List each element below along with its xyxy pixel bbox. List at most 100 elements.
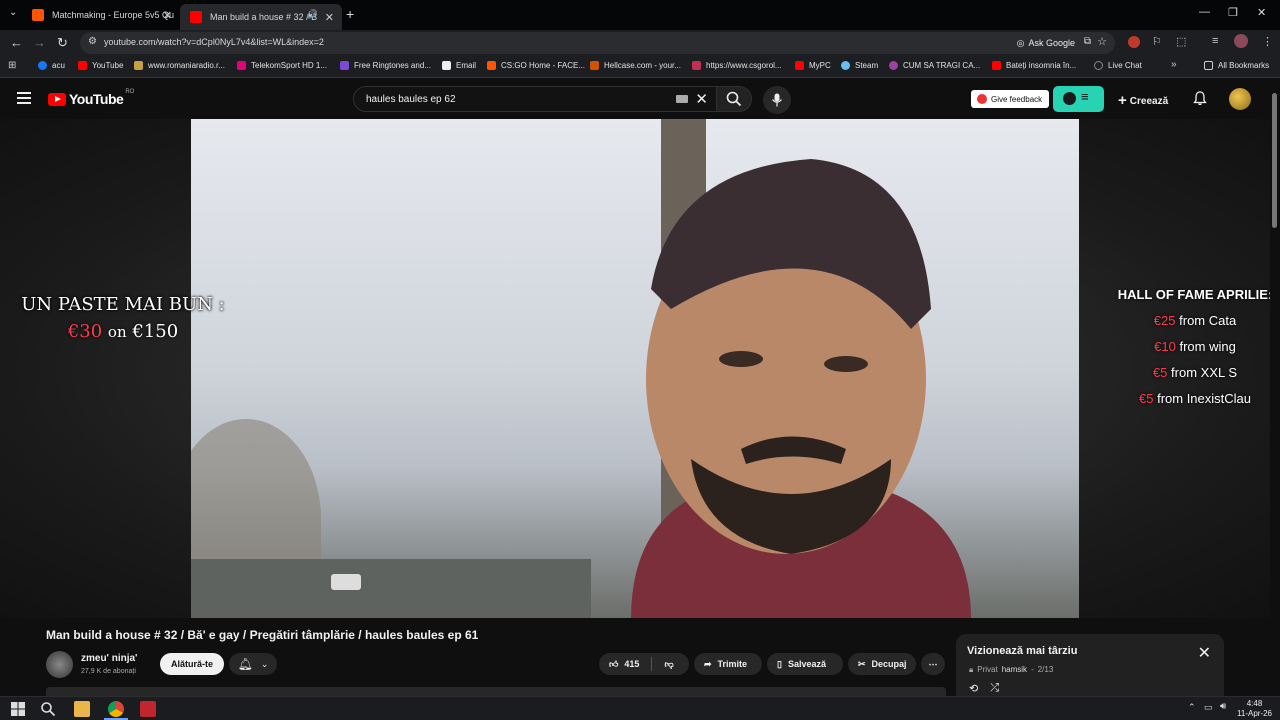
url-text[interactable]: youtube.com/watch?v=dCpl0NyL7v4&list=WL&…	[104, 37, 324, 47]
bookmark-insomnia[interactable]: Bateți insomnia în...	[992, 61, 1076, 70]
give-feedback-button[interactable]: Give feedback	[971, 90, 1050, 108]
search-input[interactable]: haules baules ep 62 ✕	[353, 86, 717, 112]
bookmark-email[interactable]: Email	[442, 61, 476, 70]
reading-list-icon[interactable]: ≡	[1212, 35, 1218, 47]
account-avatar[interactable]	[1229, 88, 1251, 110]
share-button[interactable]: ➦ Trimite	[694, 653, 762, 675]
bookmark-cum-sa-tragi[interactable]: CUM SA TRAGI CA...	[889, 61, 980, 70]
shuffle-icon[interactable]: ⤮	[990, 682, 999, 695]
back-button[interactable]: ←	[10, 35, 23, 50]
bookmark-star-icon[interactable]: ☆	[1097, 35, 1107, 48]
dislike-button[interactable]: 👎︎	[664, 659, 673, 670]
network-icon[interactable]: ▭	[1204, 702, 1213, 713]
donor-name: from InexistClau	[1157, 391, 1251, 406]
extension-menu-button[interactable]: ≡	[1053, 86, 1104, 112]
bookmark-mypc[interactable]: MyPC	[795, 61, 831, 70]
keyboard-icon[interactable]	[676, 95, 688, 103]
volume-icon[interactable]: 🔊︎	[1220, 701, 1226, 712]
profile-avatar[interactable]	[1234, 34, 1248, 48]
bookmark-faceit[interactable]: CS:GO Home - FACE...	[487, 61, 585, 70]
clip-button[interactable]: ✂ Decupaj	[848, 653, 916, 675]
like-button[interactable]: 👍︎ 415	[609, 659, 639, 670]
app-icon[interactable]	[140, 701, 156, 717]
close-tab-icon[interactable]: ✕	[325, 11, 334, 24]
chevron-down-icon: ⌄	[260, 658, 269, 669]
windows-start-icon[interactable]	[10, 701, 26, 717]
subscription-bell-button[interactable]: 🔔︎ ⌄	[229, 653, 277, 675]
thumbs-up-icon: 👍︎	[609, 658, 619, 669]
clip-label: Decupaj	[871, 659, 907, 669]
taskbar-clock[interactable]: 4:48 11-Apr-26	[1237, 699, 1272, 719]
browser-menu-icon[interactable]: ⋮	[1262, 35, 1273, 48]
create-button[interactable]: + Creează	[1118, 91, 1168, 109]
notifications-bell-icon[interactable]	[1193, 91, 1207, 106]
youtube-icon	[795, 61, 804, 70]
tab-label: Matchmaking - Europe 5v5 Qu	[52, 10, 175, 20]
channel-avatar[interactable]	[46, 651, 73, 678]
playlist-title[interactable]: Vizionează mai târziu	[967, 645, 1077, 657]
forward-button[interactable]: →	[33, 35, 46, 50]
all-bookmarks-button[interactable]: All Bookmarks	[1204, 61, 1269, 70]
browser-toolbar: ← → ↻ ⚙ youtube.com/watch?v=dCpl0NyL7v4&…	[0, 30, 1280, 56]
bookmark-hellcase[interactable]: Hellcase.com - your...	[590, 61, 681, 70]
bookmark-youtube[interactable]: YouTube	[78, 61, 123, 70]
donation-goal: €150	[132, 321, 179, 342]
list-icon: ≡	[1081, 89, 1089, 104]
bookmark-telekomsport[interactable]: TelekomSport HD 1...	[237, 61, 327, 70]
reload-button[interactable]: ↻	[57, 35, 68, 51]
audio-playing-icon[interactable]: 🔊	[307, 9, 318, 20]
video-player[interactable]: UN PASTE MAI BUN : €30 on €150 HALL OF F…	[0, 119, 1272, 618]
clear-search-icon[interactable]: ✕	[695, 90, 708, 108]
voice-search-button[interactable]	[763, 86, 791, 114]
bookmark-csgoroll[interactable]: https://www.csgorol...	[692, 61, 782, 70]
watch-later-playlist-panel: Vizionează mai târziu ✕ 🔒︎ Privat hamsik…	[956, 634, 1224, 696]
search-icon[interactable]	[40, 701, 56, 717]
donation-goal-progress: €30 on €150	[18, 321, 228, 342]
more-bookmarks-icon[interactable]: »	[1171, 59, 1177, 70]
bookmark-romaniaradio[interactable]: www.romaniaradio.r...	[134, 61, 225, 70]
tray-chevron-icon[interactable]: ⌃	[1188, 702, 1196, 713]
close-window-button[interactable]: ✕	[1257, 6, 1266, 19]
new-tab-button[interactable]: +	[346, 6, 354, 22]
join-button[interactable]: Alătură-te	[160, 653, 224, 675]
address-bar[interactable]: ⚙ youtube.com/watch?v=dCpl0NyL7v4&list=W…	[80, 32, 1115, 54]
close-playlist-icon[interactable]: ✕	[1198, 643, 1211, 663]
bookmark-live-chat[interactable]: Live Chat	[1094, 61, 1142, 70]
restore-window-button[interactable]: ❐	[1228, 6, 1238, 19]
minimize-window-button[interactable]: —	[1199, 6, 1210, 18]
file-explorer-icon[interactable]	[74, 701, 90, 717]
channel-name[interactable]: zmeu' ninja'	[81, 653, 137, 664]
donation-goal-overlay: UN PASTE MAI BUN : €30 on €150	[18, 294, 228, 342]
tab-matchmaking[interactable]: Matchmaking - Europe 5v5 Qu ✕	[22, 4, 180, 26]
bookmark-acu[interactable]: acu	[38, 61, 65, 70]
loop-icon[interactable]: ⟲	[969, 682, 978, 695]
extensions-icon[interactable]: ⬚	[1176, 35, 1186, 48]
menu-hamburger-icon[interactable]	[17, 92, 31, 104]
search-button[interactable]	[716, 86, 752, 112]
youtube-logo[interactable]: YouTube RO	[48, 89, 134, 107]
ask-google-button[interactable]: ◎ Ask Google	[1017, 35, 1075, 51]
faceit-favicon-icon	[32, 9, 44, 21]
more-actions-button[interactable]: ⋯	[921, 653, 945, 675]
bookmark-ringtones[interactable]: Free Ringtones and...	[340, 61, 431, 70]
extension-puzzle-icon[interactable]: ⚐	[1152, 35, 1162, 48]
hall-of-fame-row: €5 from InexistClau	[1100, 391, 1280, 406]
bookmark-label: CS:GO Home - FACE...	[501, 61, 586, 70]
csgoroll-icon	[692, 61, 701, 70]
close-tab-icon[interactable]: ✕	[163, 9, 172, 22]
extension-icon[interactable]	[1128, 36, 1140, 48]
bookmark-steam[interactable]: Steam	[841, 61, 878, 70]
search-query[interactable]: haules baules ep 62	[366, 94, 456, 105]
bookmark-label: Bateți insomnia în...	[1006, 61, 1077, 70]
site-info-icon[interactable]: ⚙	[88, 36, 97, 47]
tab-search-chevron-icon[interactable]: ⌄	[9, 7, 17, 18]
description-box[interactable]	[46, 687, 946, 696]
save-button[interactable]: ▯ Salvează	[767, 653, 843, 675]
scrollbar-thumb[interactable]	[1272, 93, 1277, 228]
playlist-owner[interactable]: hamsik	[1002, 665, 1027, 675]
video-frame[interactable]	[191, 119, 1079, 618]
tab-youtube-active[interactable]: Man build a house # 32 / B 🔊 ✕	[180, 4, 342, 30]
chrome-icon[interactable]	[108, 701, 124, 717]
apps-grid-icon[interactable]: ⊞	[8, 60, 16, 71]
install-app-icon[interactable]: ⧉	[1084, 36, 1091, 47]
